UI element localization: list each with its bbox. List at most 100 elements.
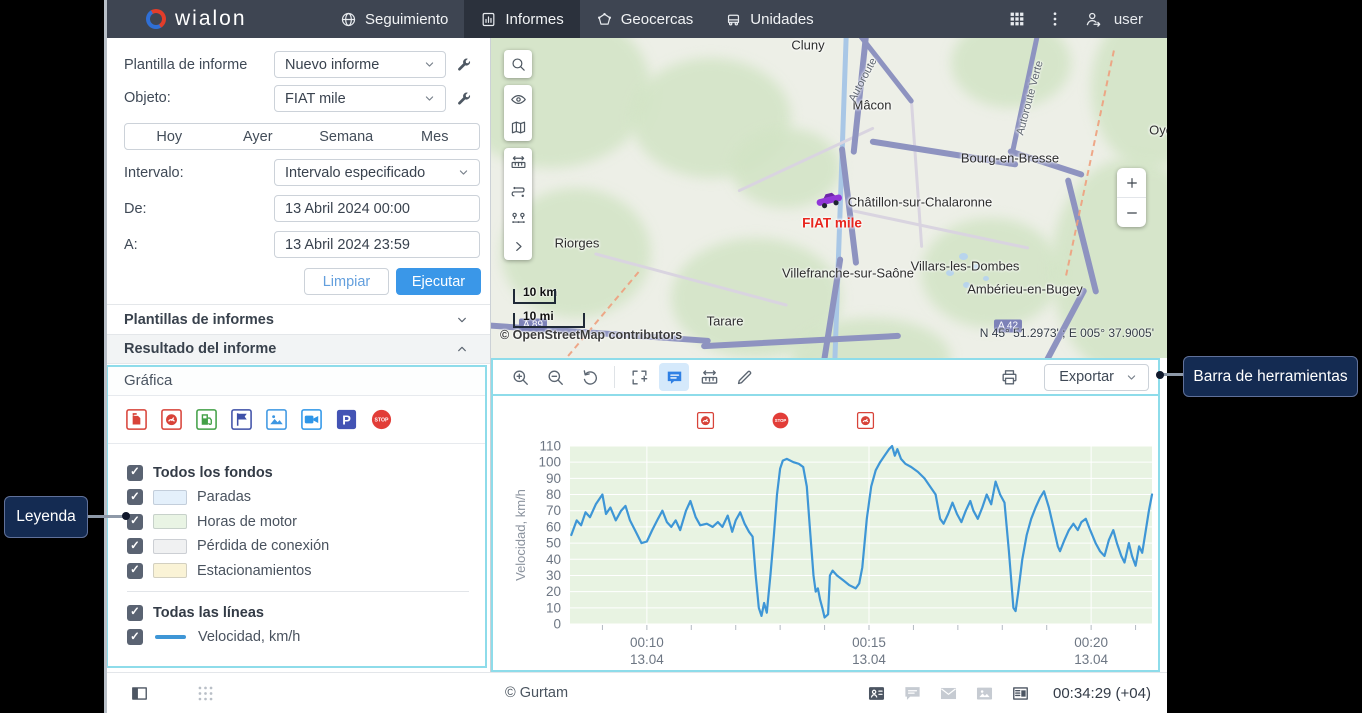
template-select[interactable]: Nuevo informe <box>274 51 446 78</box>
photo-icon[interactable] <box>265 408 288 431</box>
to-date-value: 13 Abril 2024 23:59 <box>285 236 410 253</box>
wrench-icon[interactable] <box>455 56 472 73</box>
speeding-icon[interactable] <box>160 408 183 431</box>
map-expand-button[interactable] <box>504 232 532 260</box>
globe-icon <box>340 11 357 28</box>
mail-icon[interactable] <box>939 684 958 703</box>
export-button[interactable]: Exportar <box>1044 363 1149 391</box>
pencil-button[interactable] <box>729 363 759 391</box>
quick-range-mes[interactable]: Mes <box>391 124 480 149</box>
nav-item-seguimiento[interactable]: Seguimiento <box>324 0 464 38</box>
svg-text:13.04: 13.04 <box>1074 652 1108 667</box>
svg-text:00:15: 00:15 <box>852 635 886 650</box>
checkbox-all-backgrounds[interactable] <box>127 464 143 481</box>
map-coordinates: N 45° 51.2973' ; E 005° 37.9005' <box>979 326 1154 340</box>
wialon-logo[interactable]: wialon <box>146 7 294 31</box>
print-button[interactable] <box>994 363 1024 391</box>
execute-button[interactable]: Ejecutar <box>396 268 481 295</box>
search-icon <box>510 56 527 73</box>
parking-icon[interactable]: P <box>335 408 358 431</box>
fuel-station-icon[interactable] <box>195 408 218 431</box>
to-date-input[interactable]: 13 Abril 2024 23:59 <box>274 231 480 258</box>
map-tools-group <box>504 148 532 260</box>
map-measure-button[interactable] <box>504 148 532 176</box>
fuel-can-icon[interactable] <box>125 408 148 431</box>
video-icon[interactable] <box>300 408 323 431</box>
speed-chart-svg[interactable]: 0 1020304050 60708090100110 00:10 13.04 00:15… <box>499 432 1159 672</box>
sidebar-toggle-icon[interactable] <box>130 684 149 703</box>
from-date-value: 13 Abril 2024 00:00 <box>285 200 410 217</box>
map-routing-button[interactable] <box>504 176 532 204</box>
svg-text:100: 100 <box>538 455 561 470</box>
grafica-title: Gráfica <box>108 367 485 396</box>
map-label: Tarare <box>706 313 744 329</box>
dots-grid-icon[interactable] <box>196 684 215 703</box>
map-icon <box>510 119 527 136</box>
main-nav: Seguimiento Informes Geocercas Unidades <box>324 0 830 38</box>
reset-zoom-button[interactable] <box>575 363 605 391</box>
nav-item-geocercas[interactable]: Geocercas <box>580 0 710 38</box>
map-search-button[interactable] <box>504 50 532 78</box>
section-report-templates[interactable]: Plantillas de informes <box>104 304 490 334</box>
quick-range-ayer[interactable]: Ayer <box>214 124 303 149</box>
copyright: © Gurtam <box>505 685 569 701</box>
chat-icon[interactable] <box>903 684 922 703</box>
legend-lines-title-row: Todas las líneas <box>127 600 469 625</box>
stop-icon[interactable]: STOP <box>370 408 393 431</box>
workspace: ClunyMâconBourg-en-BresseOyoRiorgesChâti… <box>491 38 1167 672</box>
ruler-button[interactable] <box>694 363 724 391</box>
wialon-logo-icon <box>146 9 166 29</box>
kebab-icon[interactable] <box>1046 10 1064 28</box>
unit-label[interactable]: FIAT mile <box>802 216 862 231</box>
zoom-out-button[interactable] <box>540 363 570 391</box>
route-icon <box>510 182 527 199</box>
zoom-in-icon <box>511 368 530 387</box>
user-menu[interactable]: user <box>1084 10 1143 28</box>
checkbox-all-lines[interactable] <box>127 604 143 621</box>
svg-text:13.04: 13.04 <box>852 652 886 667</box>
contact-card-icon[interactable] <box>867 684 886 703</box>
nav-item-informes[interactable]: Informes <box>464 0 580 38</box>
image-icon[interactable] <box>975 684 994 703</box>
zoom-in-button[interactable] <box>505 363 535 391</box>
map-zoom-in-button[interactable] <box>1117 168 1146 197</box>
map-zoom-out-button[interactable] <box>1117 198 1146 227</box>
checkbox[interactable] <box>127 489 143 506</box>
fit-screen-button[interactable] <box>624 363 654 391</box>
map[interactable]: ClunyMâconBourg-en-BresseOyoRiorgesChâti… <box>491 38 1167 358</box>
stop-icon[interactable]: STOP <box>771 411 790 430</box>
toolbar-callout-label: Barra de herramientas <box>1193 367 1348 385</box>
map-visibility-button[interactable] <box>504 85 532 113</box>
interval-label: Intervalo: <box>124 165 184 181</box>
interval-select[interactable]: Intervalo especificado <box>274 159 480 186</box>
section-report-result[interactable]: Resultado del informe <box>104 334 490 364</box>
checkbox[interactable] <box>127 629 143 646</box>
news-icon[interactable] <box>1011 684 1030 703</box>
map-layers-button[interactable] <box>504 113 532 141</box>
legend-line-swatch <box>155 635 186 640</box>
wrench-icon[interactable] <box>455 90 472 107</box>
checkbox[interactable] <box>127 562 143 579</box>
speeding-icon[interactable] <box>856 411 875 430</box>
from-date-input[interactable]: 13 Abril 2024 00:00 <box>274 195 480 222</box>
clear-button[interactable]: Limpiar <box>304 268 389 295</box>
quick-range-hoy[interactable]: Hoy <box>125 124 214 149</box>
flag-icon[interactable] <box>230 408 253 431</box>
object-select[interactable]: FIAT mile <box>274 85 446 112</box>
speeding-icon[interactable] <box>696 411 715 430</box>
quick-range-semana[interactable]: Semana <box>302 124 391 149</box>
pencil-icon <box>735 368 754 387</box>
map-scale-km: 10 km <box>513 285 557 304</box>
legend-callout-label: Leyenda <box>16 508 76 525</box>
minus-icon <box>1124 205 1140 221</box>
nav-item-unidades[interactable]: Unidades <box>709 0 829 38</box>
map-waypoints-button[interactable] <box>504 204 532 232</box>
section-label: Resultado del informe <box>124 341 277 357</box>
clock: 00:34:29 (+04) <box>1053 684 1151 702</box>
checkbox[interactable] <box>127 538 143 555</box>
apps-icon[interactable] <box>1008 10 1026 28</box>
svg-text:80: 80 <box>546 487 561 502</box>
tooltip-button[interactable] <box>659 363 689 391</box>
ruler-icon <box>700 368 719 387</box>
map-zoom-control <box>1117 168 1146 227</box>
